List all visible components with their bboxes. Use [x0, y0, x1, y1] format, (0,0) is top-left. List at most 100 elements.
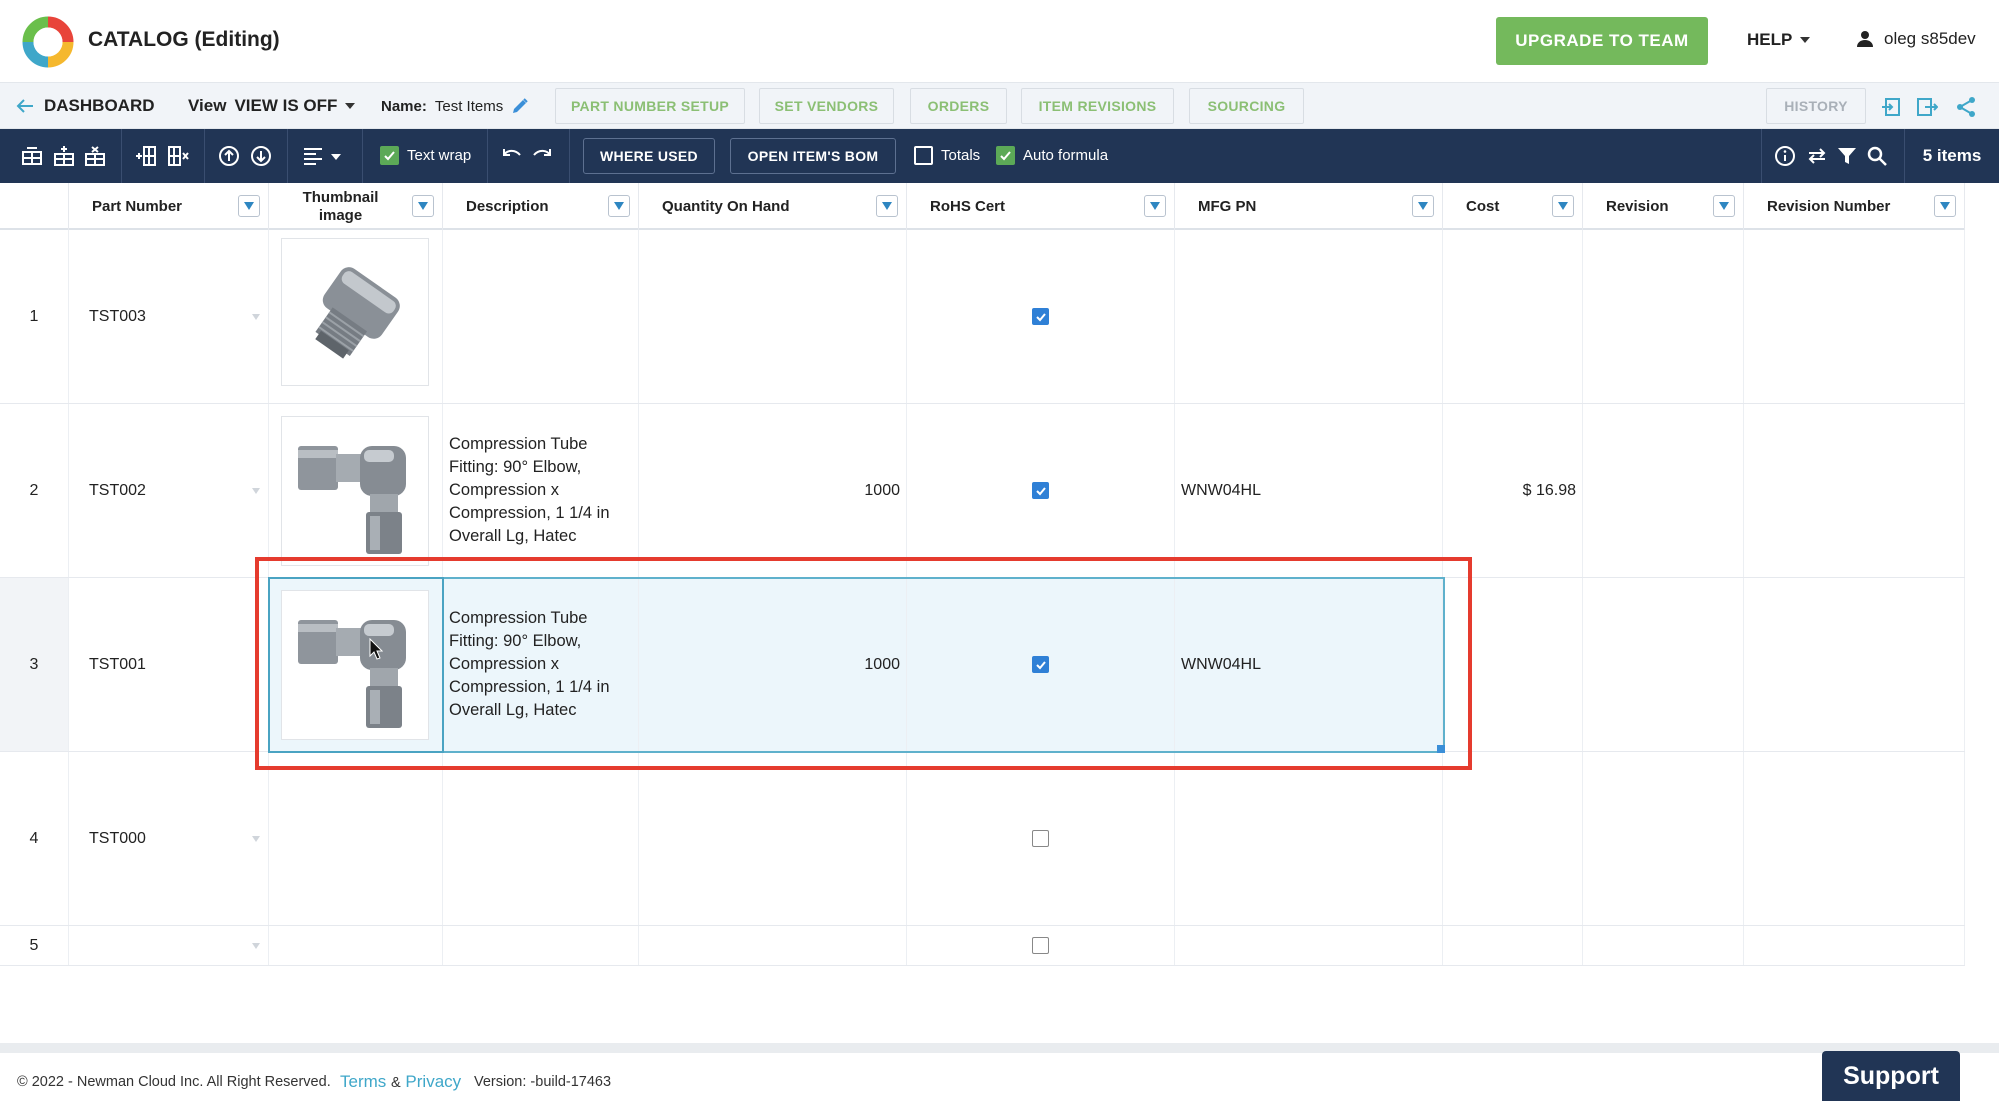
- insert-row-above-icon[interactable]: [20, 144, 44, 168]
- table-row[interactable]: 4 TST000: [0, 752, 1965, 926]
- pencil-edit-icon[interactable]: [511, 97, 529, 115]
- table-row[interactable]: 2 TST002 Compression Tube Fitting: 90° E…: [0, 404, 1965, 578]
- column-header-rohs-cert[interactable]: RoHS Cert: [907, 183, 1175, 230]
- cost-cell[interactable]: [1443, 230, 1583, 403]
- mfg-pn-cell[interactable]: [1175, 752, 1443, 925]
- redo-icon[interactable]: [530, 144, 554, 168]
- tab-orders[interactable]: ORDERS: [910, 88, 1007, 124]
- upgrade-to-team-button[interactable]: UPGRADE TO TEAM: [1496, 17, 1708, 65]
- revision-cell[interactable]: [1583, 752, 1744, 925]
- quantity-cell[interactable]: [639, 926, 907, 965]
- mfg-pn-cell[interactable]: [1175, 230, 1443, 403]
- privacy-link[interactable]: Privacy: [405, 1072, 461, 1091]
- description-cell[interactable]: [443, 752, 639, 925]
- revision-cell[interactable]: [1583, 926, 1744, 965]
- column-filter-button[interactable]: [412, 195, 434, 217]
- column-header-revision[interactable]: Revision: [1583, 183, 1744, 230]
- thumbnail-cell[interactable]: [269, 230, 443, 403]
- quantity-cell[interactable]: [639, 230, 907, 403]
- revision-number-cell[interactable]: [1744, 752, 1965, 925]
- revision-cell[interactable]: [1583, 230, 1744, 403]
- move-up-icon[interactable]: [217, 144, 241, 168]
- quantity-cell[interactable]: 1000: [639, 404, 907, 577]
- checkbox-checked-icon[interactable]: [1032, 482, 1049, 499]
- column-filter-button[interactable]: [1144, 195, 1166, 217]
- part-number-cell[interactable]: TST002: [69, 404, 269, 577]
- thumbnail-cell[interactable]: [269, 926, 443, 965]
- revision-cell[interactable]: [1583, 404, 1744, 577]
- app-logo-icon[interactable]: [20, 14, 76, 70]
- checkbox-checked-icon[interactable]: [1032, 656, 1049, 673]
- cost-cell[interactable]: [1443, 752, 1583, 925]
- description-cell[interactable]: [443, 230, 639, 403]
- import-icon[interactable]: [1880, 96, 1902, 118]
- rohs-cert-cell[interactable]: [907, 578, 1175, 751]
- column-header-description[interactable]: Description: [443, 183, 639, 230]
- text-wrap-toggle[interactable]: Text wrap: [380, 146, 471, 165]
- column-header-mfg-pn[interactable]: MFG PN: [1175, 183, 1443, 230]
- column-filter-button[interactable]: [1412, 195, 1434, 217]
- part-number-cell[interactable]: [69, 926, 269, 965]
- rohs-cert-cell[interactable]: [907, 404, 1175, 577]
- thumbnail-image[interactable]: [281, 416, 429, 566]
- column-header-quantity-on-hand[interactable]: Quantity On Hand: [639, 183, 907, 230]
- description-cell[interactable]: [443, 926, 639, 965]
- where-used-button[interactable]: WHERE USED: [583, 138, 715, 174]
- cost-cell[interactable]: [1443, 926, 1583, 965]
- thumbnail-cell[interactable]: [269, 752, 443, 925]
- column-filter-button[interactable]: [238, 195, 260, 217]
- cost-cell[interactable]: [1443, 578, 1583, 751]
- tab-item-revisions[interactable]: ITEM REVISIONS: [1021, 88, 1174, 124]
- horizontal-scrollbar[interactable]: [0, 1043, 1999, 1053]
- delete-column-icon[interactable]: [166, 144, 190, 168]
- part-number-cell[interactable]: TST001: [69, 578, 269, 751]
- checkbox-checked-icon[interactable]: [1032, 308, 1049, 325]
- totals-toggle[interactable]: Totals: [914, 146, 980, 165]
- swap-icon[interactable]: [1805, 144, 1829, 168]
- cost-cell[interactable]: $ 16.98: [1443, 404, 1583, 577]
- user-menu[interactable]: oleg s85dev: [1856, 29, 1976, 49]
- view-selector[interactable]: View VIEW IS OFF: [188, 96, 356, 116]
- column-header-part-number[interactable]: Part Number: [69, 183, 269, 230]
- column-header-thumbnail-image[interactable]: Thumbnail image: [269, 183, 443, 230]
- quantity-cell[interactable]: [639, 752, 907, 925]
- auto-formula-toggle[interactable]: Auto formula: [996, 146, 1108, 165]
- table-row-selected[interactable]: 3 TST001 Compression Tube Fitting: 90° E…: [0, 578, 1965, 752]
- checkbox-unchecked-icon[interactable]: [1032, 937, 1049, 954]
- quantity-cell[interactable]: 1000: [639, 578, 907, 751]
- tab-part-number-setup[interactable]: PART NUMBER SETUP: [555, 88, 745, 124]
- revision-number-cell[interactable]: [1744, 578, 1965, 751]
- export-icon[interactable]: [1916, 96, 1938, 118]
- revision-number-cell[interactable]: [1744, 404, 1965, 577]
- fill-handle[interactable]: [1437, 745, 1445, 753]
- move-down-icon[interactable]: [249, 144, 273, 168]
- mfg-pn-cell[interactable]: WNW04HL: [1175, 578, 1443, 751]
- revision-number-cell[interactable]: [1744, 926, 1965, 965]
- history-button[interactable]: HISTORY: [1766, 88, 1866, 124]
- column-filter-button[interactable]: [608, 195, 630, 217]
- checkbox-unchecked-icon[interactable]: [1032, 830, 1049, 847]
- tab-set-vendors[interactable]: SET VENDORS: [759, 88, 894, 124]
- delete-row-icon[interactable]: [83, 144, 107, 168]
- rohs-cert-cell[interactable]: [907, 926, 1175, 965]
- thumbnail-image[interactable]: [281, 238, 429, 386]
- share-icon[interactable]: [1955, 96, 1977, 118]
- terms-link[interactable]: Terms: [340, 1072, 386, 1091]
- align-left-icon[interactable]: [301, 144, 325, 168]
- column-filter-button[interactable]: [1934, 195, 1956, 217]
- mfg-pn-cell[interactable]: [1175, 926, 1443, 965]
- support-button[interactable]: Support: [1822, 1051, 1960, 1101]
- column-filter-button[interactable]: [876, 195, 898, 217]
- tab-sourcing[interactable]: SOURCING: [1189, 88, 1304, 124]
- chevron-down-icon[interactable]: [331, 154, 341, 160]
- rohs-cert-cell[interactable]: [907, 230, 1175, 403]
- table-row[interactable]: 1 TST003: [0, 230, 1965, 404]
- column-header-cost[interactable]: Cost: [1443, 183, 1583, 230]
- table-row[interactable]: 5: [0, 926, 1965, 966]
- thumbnail-cell[interactable]: [269, 578, 443, 751]
- thumbnail-cell[interactable]: [269, 404, 443, 577]
- help-menu[interactable]: HELP: [1747, 30, 1811, 50]
- description-cell[interactable]: Compression Tube Fitting: 90° Elbow, Com…: [443, 578, 639, 751]
- open-items-bom-button[interactable]: OPEN ITEM'S BOM: [730, 138, 896, 174]
- insert-column-icon[interactable]: [134, 144, 158, 168]
